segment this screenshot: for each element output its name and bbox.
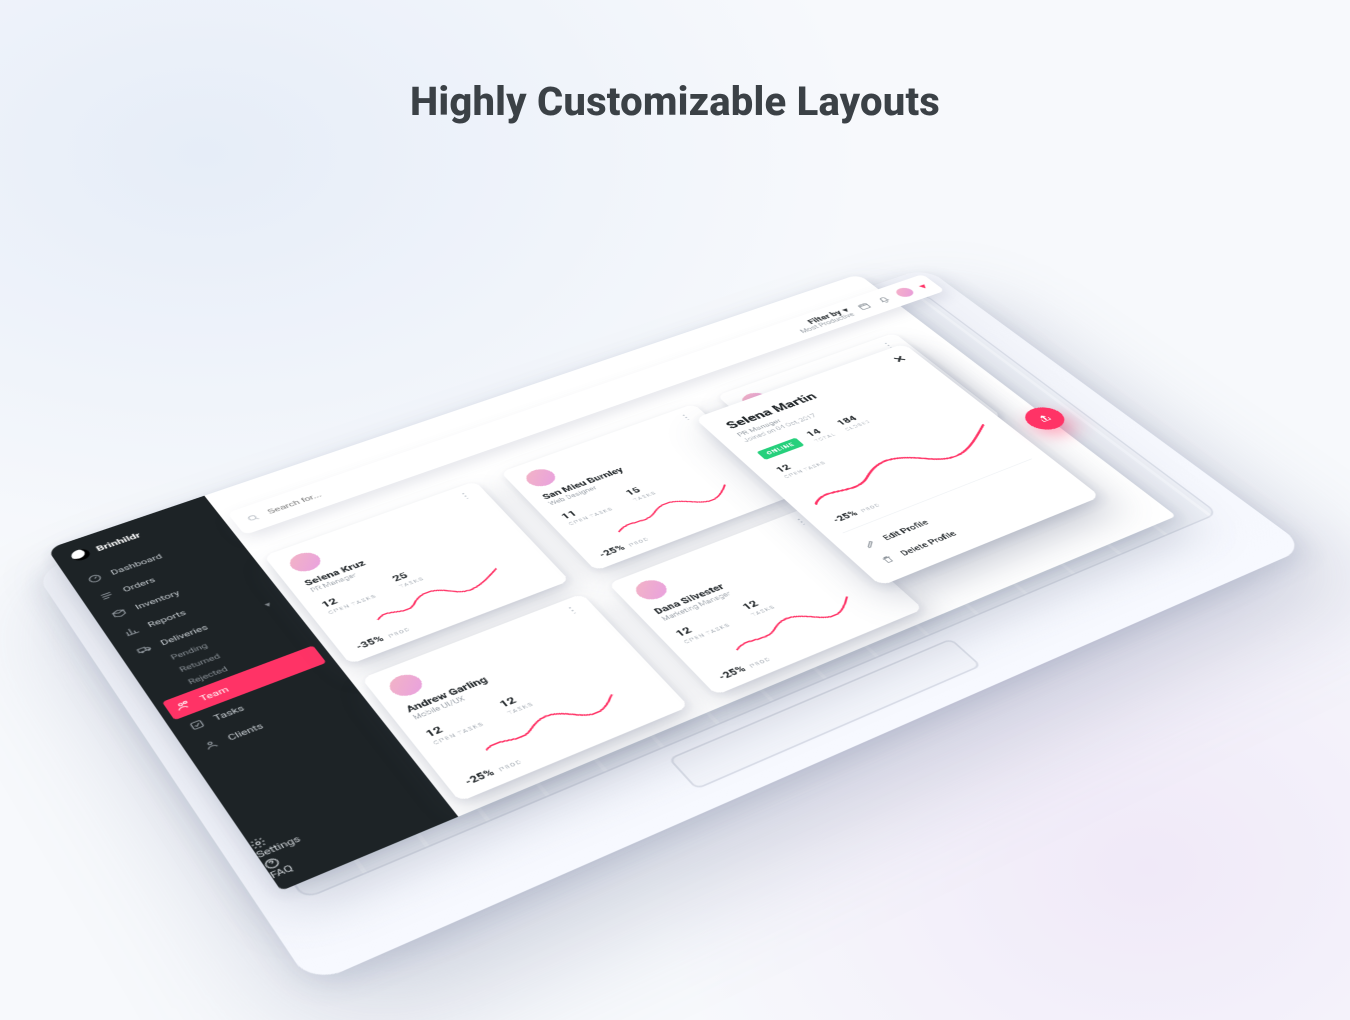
stat-open-tasks: 12 [423,711,480,740]
user-avatar[interactable] [893,286,917,298]
sidebar-sub-pending[interactable]: Pending [128,607,301,678]
search-icon [244,512,262,523]
sidebar-item-label: Reports [146,608,188,629]
member-role: Mobile UI/UX [412,639,611,722]
chart-icon [122,625,141,638]
status-badge: ONLINE [757,438,805,460]
sidebar-item-clients[interactable]: Clients [181,680,364,764]
delta-pct: -35% [353,634,386,652]
users-icon [173,698,193,712]
calendar-icon[interactable] [855,301,874,311]
delta-pct: -25% [462,767,497,787]
avatar [285,549,325,575]
avatar [630,577,672,603]
sidebar-item-label: Deliveries [158,623,209,647]
sidebar-item-label: Clients [225,721,265,742]
sidebar-item-tasks[interactable]: Tasks [167,661,349,743]
bell-icon[interactable] [874,295,893,305]
sidebar-item-label: Settings [254,834,303,860]
laptop-base: Brinhildr Dashboard Orders Inventory [35,268,1307,986]
sidebar-sub-returned[interactable]: Returned [137,619,311,691]
more-icon[interactable]: ⋮ [677,411,697,423]
sidebar-item-label: FAQ [268,863,296,881]
sidebar-bottom: Settings FAQ [247,770,451,880]
avatar [521,466,560,489]
sidebar-sub-rejected[interactable]: Rejected [145,631,319,704]
pencil-icon [861,538,880,550]
more-icon[interactable]: ⋮ [456,490,477,503]
delta-label: PROD [748,656,772,669]
delta-label: PROD [498,759,524,773]
chevron-down-icon: ▾ [262,600,273,609]
trash-icon [878,554,898,566]
hero-title: Highly Customizable Layouts [0,78,1350,125]
member-name: Andrew Garling [404,630,605,714]
sidebar-item-team[interactable]: Team [162,645,326,720]
sidebar-item-label: Team [198,685,231,703]
brand-name: Brinhildr [94,531,142,553]
delta-label: PROD [387,627,411,639]
person-icon [201,738,221,752]
stat-label: TASKS [506,701,535,716]
help-icon [261,789,444,880]
share-icon [1033,412,1057,425]
stat-label: OPEN TASKS [432,721,485,746]
box-icon [110,607,129,620]
delta-label: PROD [860,503,882,514]
trackpad [668,638,982,789]
delta-label: PROD [628,537,651,548]
list-icon [97,590,116,602]
more-icon[interactable]: ⋮ [562,603,584,617]
sidebar-item-label: Tasks [211,703,246,722]
gauge-icon [86,573,105,585]
user-menu-chevron-icon[interactable]: ▾ [915,282,930,291]
avatar [384,671,427,700]
isometric-stage: Brinhildr Dashboard Orders Inventory [35,268,1307,986]
truck-icon [135,643,154,656]
check-icon [187,718,207,732]
gear-icon [247,770,429,860]
sidebar-item-settings[interactable]: Settings [247,770,435,860]
stat-tasks: 12 [497,691,529,710]
delta-pct: -25% [715,664,748,682]
sparkline [441,673,656,774]
sidebar-item-faq[interactable]: FAQ [261,789,451,880]
brand-logo-icon [69,547,93,562]
